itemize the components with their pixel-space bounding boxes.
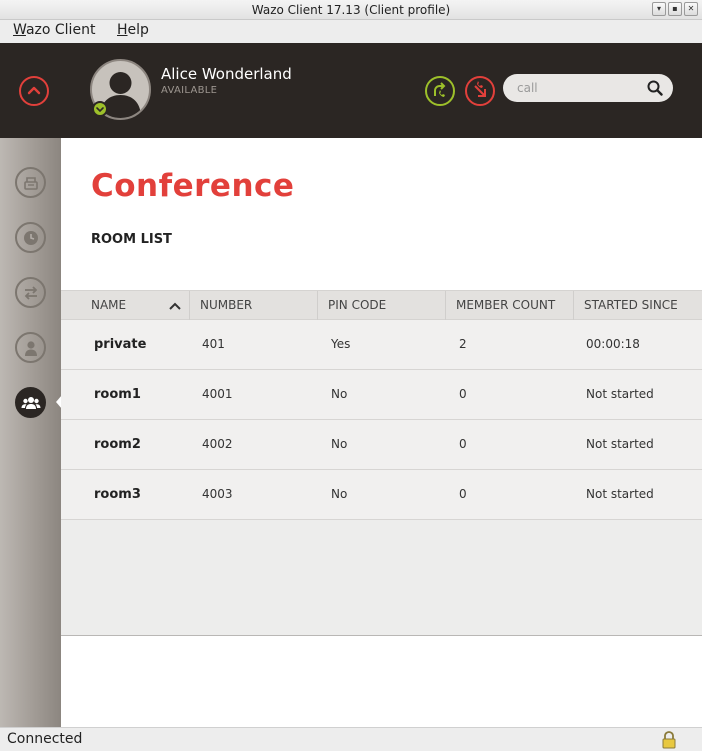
user-status: AVAILABLE [161, 85, 218, 96]
minimize-button[interactable]: ▾ [652, 2, 666, 16]
call-forward-icon [434, 82, 446, 97]
search-icon[interactable] [647, 80, 663, 96]
sidebar-item-transfers[interactable] [15, 277, 46, 308]
room-member-count: 0 [459, 387, 467, 401]
sort-ascending-icon [169, 302, 181, 310]
room-member-count: 0 [459, 437, 467, 451]
availability-dot[interactable] [92, 101, 108, 117]
room-member-count: 2 [459, 337, 467, 351]
window-title: Wazo Client 17.13 (Client profile) [251, 3, 451, 17]
user-name: Alice Wonderland [161, 65, 292, 83]
menu-label: azo Client [25, 22, 96, 38]
call-reject-button[interactable] [465, 76, 495, 106]
room-name: private [94, 337, 147, 352]
column-label: MEMBER COUNT [456, 298, 556, 312]
phone-icon [23, 176, 38, 190]
table-row[interactable]: room2 4002 No 0 Not started [61, 420, 702, 470]
room-started-since: Not started [586, 437, 654, 451]
menu-help[interactable]: Help [117, 22, 149, 38]
room-pin: No [331, 387, 348, 401]
call-forward-button[interactable] [425, 76, 455, 106]
room-table: NAME NUMBER PIN CODE MEMBER COUNT STARTE… [61, 290, 702, 636]
lock-icon [662, 731, 676, 749]
menu-mnemonic: W [13, 22, 26, 38]
room-member-count: 0 [459, 487, 467, 501]
room-number: 4003 [202, 487, 233, 501]
column-label: STARTED SINCE [584, 298, 678, 312]
menu-label: elp [127, 22, 149, 38]
sidebar-item-history[interactable] [15, 222, 46, 253]
window-controls: ▾ ▪ ✕ [652, 2, 698, 16]
column-label: NAME [91, 298, 127, 312]
column-header-name[interactable]: NAME [61, 291, 190, 320]
main-content: Conference ROOM LIST NAME NUMBER PIN COD… [61, 138, 702, 727]
room-number: 401 [202, 337, 225, 351]
room-pin: No [331, 437, 348, 451]
connection-status: Connected [7, 731, 83, 747]
room-started-since: Not started [586, 487, 654, 501]
table-bottom-divider [61, 635, 702, 636]
table-row[interactable]: room3 4003 No 0 Not started [61, 470, 702, 520]
room-number: 4002 [202, 437, 233, 451]
sidebar-item-dial[interactable] [15, 167, 46, 198]
call-reject-icon [474, 81, 486, 97]
maximize-button[interactable]: ▪ [668, 2, 682, 16]
sidebar-item-conference[interactable] [15, 387, 46, 418]
column-label: PIN CODE [328, 298, 387, 312]
sidebar [0, 138, 62, 727]
transfer-icon [24, 285, 37, 300]
column-header-pin[interactable]: PIN CODE [318, 291, 446, 320]
column-header-started[interactable]: STARTED SINCE [574, 291, 702, 320]
header: Alice Wonderland AVAILABLE [0, 43, 702, 138]
search-input[interactable] [517, 79, 642, 97]
person-icon [24, 340, 37, 356]
room-started-since: Not started [586, 387, 654, 401]
menu-wazo-client[interactable]: Wazo Client [13, 22, 95, 38]
search-box [503, 74, 673, 102]
menu-bar: Wazo Client Help [0, 20, 702, 43]
room-name: room3 [94, 487, 141, 502]
room-name: room1 [94, 387, 141, 402]
section-title: ROOM LIST [91, 232, 172, 247]
room-name: room2 [94, 437, 141, 452]
chevron-up-icon [27, 86, 41, 95]
group-icon [21, 396, 40, 409]
sidebar-item-people[interactable] [15, 332, 46, 363]
collapse-button[interactable] [19, 76, 49, 106]
column-header-number[interactable]: NUMBER [190, 291, 318, 320]
table-row[interactable]: room1 4001 No 0 Not started [61, 370, 702, 420]
window-titlebar: Wazo Client 17.13 (Client profile) ▾ ▪ ✕ [0, 0, 702, 20]
page-title: Conference [91, 168, 295, 204]
chevron-down-icon [96, 107, 104, 113]
room-pin: No [331, 487, 348, 501]
table-header: NAME NUMBER PIN CODE MEMBER COUNT STARTE… [61, 290, 702, 320]
column-label: NUMBER [200, 298, 253, 312]
close-button[interactable]: ✕ [684, 2, 698, 16]
column-header-members[interactable]: MEMBER COUNT [446, 291, 574, 320]
table-row[interactable]: private 401 Yes 2 00:00:18 [61, 320, 702, 370]
menu-mnemonic: H [117, 22, 128, 38]
room-number: 4001 [202, 387, 233, 401]
room-started-since: 00:00:18 [586, 337, 640, 351]
clock-icon [23, 230, 38, 245]
status-bar: Connected [0, 727, 702, 751]
room-pin: Yes [331, 337, 351, 351]
